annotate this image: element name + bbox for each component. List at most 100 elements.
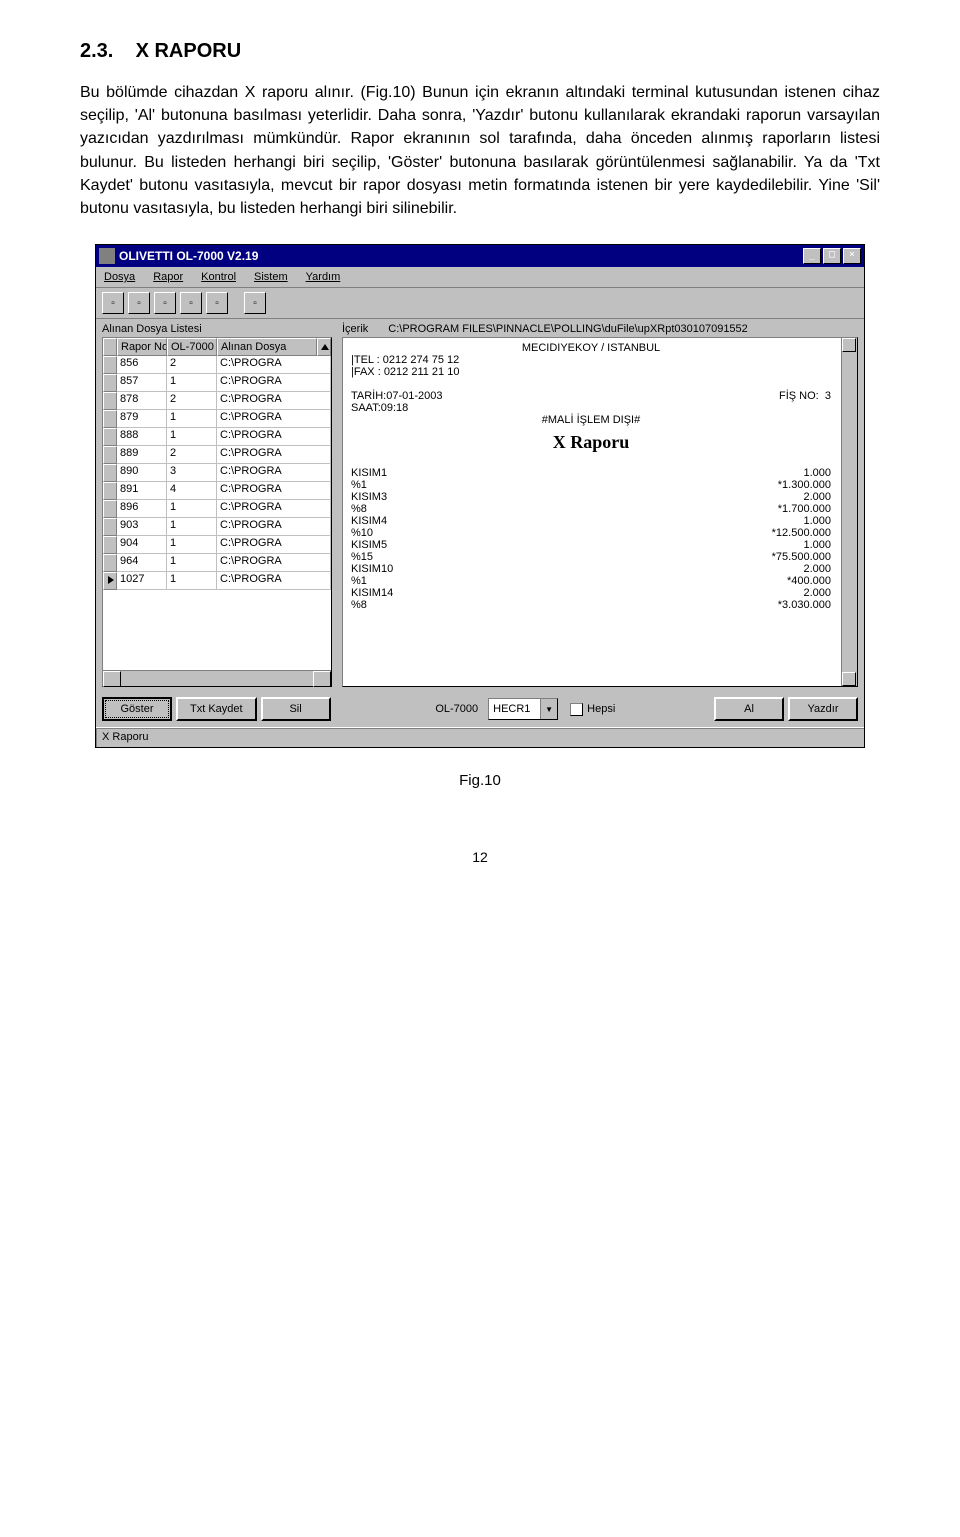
table-row[interactable]: 8791C:\PROGRA [103,410,331,428]
table-row[interactable]: 8892C:\PROGRA [103,446,331,464]
toolbar-btn-2[interactable]: ▫ [128,292,150,314]
row-selector[interactable] [103,518,117,536]
device-combo[interactable]: HECR1 [488,698,558,720]
scroll-down-button[interactable] [842,672,856,686]
menu-yardim[interactable]: Yardım [306,271,341,283]
cell-no: 857 [117,374,167,392]
grid-corner [103,338,117,356]
table-row[interactable]: 9031C:\PROGRA [103,518,331,536]
grid-header-path[interactable]: Alınan Dosya [217,338,317,356]
section-number: 2.3. [80,40,113,62]
grid-header-row: Rapor No OL-7000 Alınan Dosya [103,338,331,356]
row-selector[interactable] [103,464,117,482]
report-mali: #MALİ İŞLEM DIŞI# [351,414,831,426]
table-row[interactable]: 9641C:\PROGRA [103,554,331,572]
maximize-button[interactable]: □ [823,248,841,264]
row-selector[interactable] [103,374,117,392]
yazdir-button[interactable]: Yazdır [788,697,858,721]
cell-path: C:\PROGRA [217,356,331,374]
report-tel: |TEL : 0212 274 75 12 [351,354,831,366]
cell-path: C:\PROGRA [217,464,331,482]
close-button[interactable]: × [843,248,861,264]
toolbar-btn-6[interactable]: ▫ [244,292,266,314]
report-line: %15*75.500.000 [351,551,831,563]
scroll-up-icon[interactable] [317,338,331,356]
statusbar: X Raporu [96,727,864,747]
cell-path: C:\PROGRA [217,482,331,500]
scroll-up-button[interactable] [842,338,856,352]
sil-button[interactable]: Sil [261,697,331,721]
cell-path: C:\PROGRA [217,428,331,446]
cell-no: 878 [117,392,167,410]
table-row[interactable]: 9041C:\PROGRA [103,536,331,554]
table-row[interactable]: 10271C:\PROGRA [103,572,331,590]
toolbar-btn-3[interactable]: ▫ [154,292,176,314]
toolbar-btn-1[interactable]: ▫ [102,292,124,314]
cell-ol: 1 [167,410,217,428]
minimize-button[interactable]: _ [803,248,821,264]
cell-ol: 3 [167,464,217,482]
menu-sistem[interactable]: Sistem [254,271,288,283]
report-line: KISIM11.000 [351,467,831,479]
row-selector[interactable] [103,446,117,464]
cell-path: C:\PROGRA [217,410,331,428]
report-line: %8*3.030.000 [351,599,831,611]
left-pane-label: Alınan Dosya Listesi [102,323,332,335]
report-header: MECIDIYEKOY / ISTANBUL [351,342,831,354]
menu-rapor[interactable]: Rapor [153,271,183,283]
grid-header-no[interactable]: Rapor No [117,338,167,356]
row-selector[interactable] [103,410,117,428]
row-selector[interactable] [103,572,117,590]
toolbar: ▫ ▫ ▫ ▫ ▫ ▫ [96,288,864,319]
row-selector[interactable] [103,500,117,518]
grid-body[interactable]: 8562C:\PROGRA8571C:\PROGRA8782C:\PROGRA8… [103,356,331,670]
row-selector[interactable] [103,392,117,410]
table-row[interactable]: 8961C:\PROGRA [103,500,331,518]
table-row[interactable]: 8914C:\PROGRA [103,482,331,500]
table-row[interactable]: 8562C:\PROGRA [103,356,331,374]
row-selector[interactable] [103,428,117,446]
table-row[interactable]: 8903C:\PROGRA [103,464,331,482]
file-grid[interactable]: Rapor No OL-7000 Alınan Dosya 8562C:\PRO… [102,337,332,687]
content-label: İçerik [342,323,368,335]
cell-ol: 1 [167,554,217,572]
hepsi-label: Hepsi [587,703,615,715]
goster-button[interactable]: Göster [102,697,172,721]
report-line: KISIM41.000 [351,515,831,527]
cell-path: C:\PROGRA [217,572,331,590]
cell-ol: 1 [167,518,217,536]
row-selector[interactable] [103,356,117,374]
menu-kontrol[interactable]: Kontrol [201,271,236,283]
cell-ol: 4 [167,482,217,500]
cell-no: 889 [117,446,167,464]
menu-dosya[interactable]: Dosya [104,271,135,283]
horizontal-scrollbar[interactable] [103,670,331,686]
hepsi-checkbox[interactable] [570,703,583,716]
report-line: KISIM102.000 [351,563,831,575]
table-row[interactable]: 8782C:\PROGRA [103,392,331,410]
table-row[interactable]: 8881C:\PROGRA [103,428,331,446]
body-paragraph: Bu bölümde cihazdan X raporu alınır. (Fi… [80,81,880,220]
cell-path: C:\PROGRA [217,392,331,410]
txt-kaydet-button[interactable]: Txt Kaydet [176,697,257,721]
cell-path: C:\PROGRA [217,518,331,536]
report-time-line: SAAT:09:18 [351,402,831,414]
row-selector[interactable] [103,554,117,572]
grid-header-ol[interactable]: OL-7000 [167,338,217,356]
report-rows: KISIM11.000%1*1.300.000KISIM32.000%8*1.7… [351,467,831,611]
cell-path: C:\PROGRA [217,500,331,518]
al-button[interactable]: Al [714,697,784,721]
report-line: %1*1.300.000 [351,479,831,491]
toolbar-btn-4[interactable]: ▫ [180,292,202,314]
table-row[interactable]: 8571C:\PROGRA [103,374,331,392]
cell-ol: 1 [167,572,217,590]
vertical-scrollbar[interactable] [841,338,857,686]
row-selector[interactable] [103,536,117,554]
toolbar-btn-5[interactable]: ▫ [206,292,228,314]
cell-ol: 2 [167,392,217,410]
cell-no: 964 [117,554,167,572]
report-line: KISIM32.000 [351,491,831,503]
row-selector[interactable] [103,482,117,500]
content-path: C:\PROGRAM FILES\PINNACLE\POLLING\duFile… [388,323,858,335]
report-title: X Raporu [351,432,831,453]
